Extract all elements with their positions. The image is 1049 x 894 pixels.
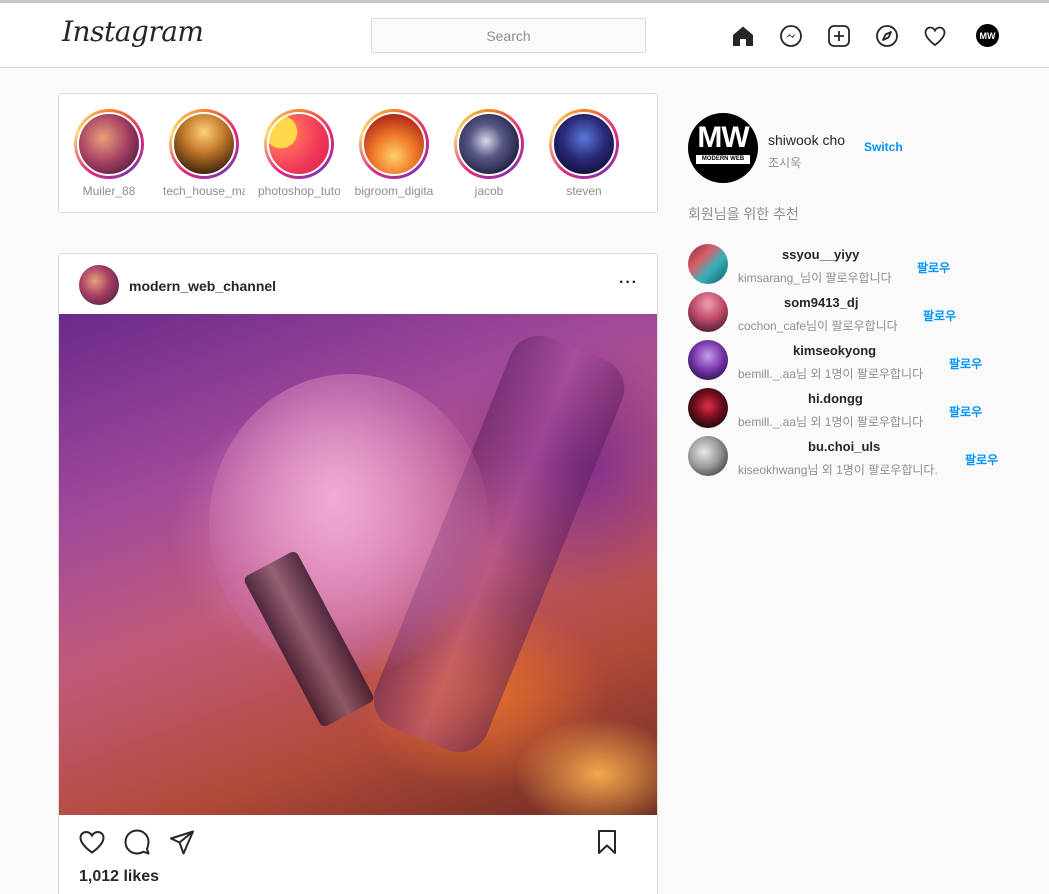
suggestion-avatar[interactable] (688, 388, 728, 428)
suggestion-username[interactable]: kimseokyong (793, 343, 876, 358)
suggestion-username[interactable]: bu.choi_uls (808, 439, 880, 454)
story-username: bigroom_digita (354, 184, 434, 198)
suggestion-avatar[interactable] (688, 340, 728, 380)
home-icon[interactable] (730, 23, 756, 49)
post-action-bar (59, 824, 657, 864)
suggestion-avatar[interactable] (688, 244, 728, 284)
suggestion-item: bu.choi_uls kiseokhwang님 외 1명이 팔로우합니다. 팔… (688, 436, 1028, 478)
story-username: Muiler_88 (82, 184, 136, 198)
story-item[interactable]: bigroom_digita (353, 109, 435, 198)
my-full-name: 조시욱 (768, 156, 802, 170)
my-username[interactable]: shiwook cho (768, 132, 845, 148)
follow-button[interactable]: 팔로우 (949, 403, 982, 420)
story-item[interactable]: tech_house_ma (163, 109, 245, 198)
profile-avatar-button[interactable]: MW (976, 24, 999, 47)
comment-icon[interactable] (123, 828, 151, 856)
suggestion-avatar[interactable] (688, 436, 728, 476)
share-icon[interactable] (168, 828, 196, 856)
instagram-logo[interactable]: Instagram (62, 15, 204, 48)
follow-button[interactable]: 팔로우 (949, 355, 982, 372)
my-avatar-subtext: MODERN WEB (696, 155, 750, 164)
activity-heart-icon[interactable] (922, 23, 948, 49)
story-item[interactable]: photoshop_tuto (258, 109, 340, 198)
my-profile-avatar[interactable]: MW MODERN WEB (688, 113, 758, 183)
likes-count[interactable]: 1,012 likes (79, 868, 159, 886)
suggestion-item: hi.dongg bemill._.aa님 외 1명이 팔로우합니다 팔로우 (688, 388, 1028, 430)
follow-button[interactable]: 팔로우 (917, 259, 950, 276)
story-username: jacob (474, 184, 504, 198)
new-post-icon[interactable] (826, 23, 852, 49)
switch-account-button[interactable]: Switch (864, 140, 903, 154)
feed-post: modern_web_channel ··· 1,012 likes (58, 253, 658, 894)
story-username: photoshop_tuto (258, 184, 340, 198)
suggestion-description: bemill._.aa님 외 1명이 팔로우합니다 (738, 367, 924, 381)
follow-button[interactable]: 팔로우 (965, 451, 998, 468)
story-item[interactable]: jacob (448, 109, 530, 198)
story-item[interactable]: steven (543, 109, 625, 198)
messenger-icon[interactable] (778, 23, 804, 49)
story-username: tech_house_ma (163, 184, 245, 198)
follow-button[interactable]: 팔로우 (923, 307, 956, 324)
top-navigation-bar: Instagram MW (0, 3, 1049, 68)
post-author-username[interactable]: modern_web_channel (129, 278, 276, 294)
suggestions-heading: 회원님을 위한 추천 (688, 206, 799, 222)
suggestion-avatar[interactable] (688, 292, 728, 332)
suggestion-item: ssyou__yiyy kimsarang_님이 팔로우합니다 팔로우 (688, 244, 1028, 286)
suggestion-username[interactable]: hi.dongg (808, 391, 863, 406)
my-avatar-text: MW (697, 121, 749, 154)
explore-icon[interactable] (874, 23, 900, 49)
suggestion-description: cochon_cafe님이 팔로우합니다 (738, 319, 898, 333)
like-heart-icon[interactable] (78, 828, 106, 856)
suggestion-username[interactable]: som9413_dj (784, 295, 858, 310)
suggestion-item: som9413_dj cochon_cafe님이 팔로우합니다 팔로우 (688, 292, 1028, 334)
story-item[interactable]: Muiler_88 (68, 109, 150, 198)
suggestion-description: kimsarang_님이 팔로우합니다 (738, 271, 892, 285)
suggestion-description: kiseokhwang님 외 1명이 팔로우합니다. (738, 463, 938, 477)
post-image-hand (209, 374, 489, 674)
stories-tray: Muiler_88 tech_house_ma photoshop_tuto b… (58, 93, 658, 213)
story-username: steven (566, 184, 602, 198)
suggestion-item: kimseokyong bemill._.aa님 외 1명이 팔로우합니다 팔로… (688, 340, 1028, 382)
post-author-avatar[interactable] (79, 265, 119, 305)
search-input[interactable] (371, 18, 646, 53)
suggestion-username[interactable]: ssyou__yiyy (782, 247, 859, 262)
suggestion-description: bemill._.aa님 외 1명이 팔로우합니다 (738, 415, 924, 429)
more-options-icon[interactable]: ··· (619, 274, 638, 292)
bookmark-icon[interactable] (593, 828, 621, 856)
post-image[interactable] (59, 314, 657, 815)
